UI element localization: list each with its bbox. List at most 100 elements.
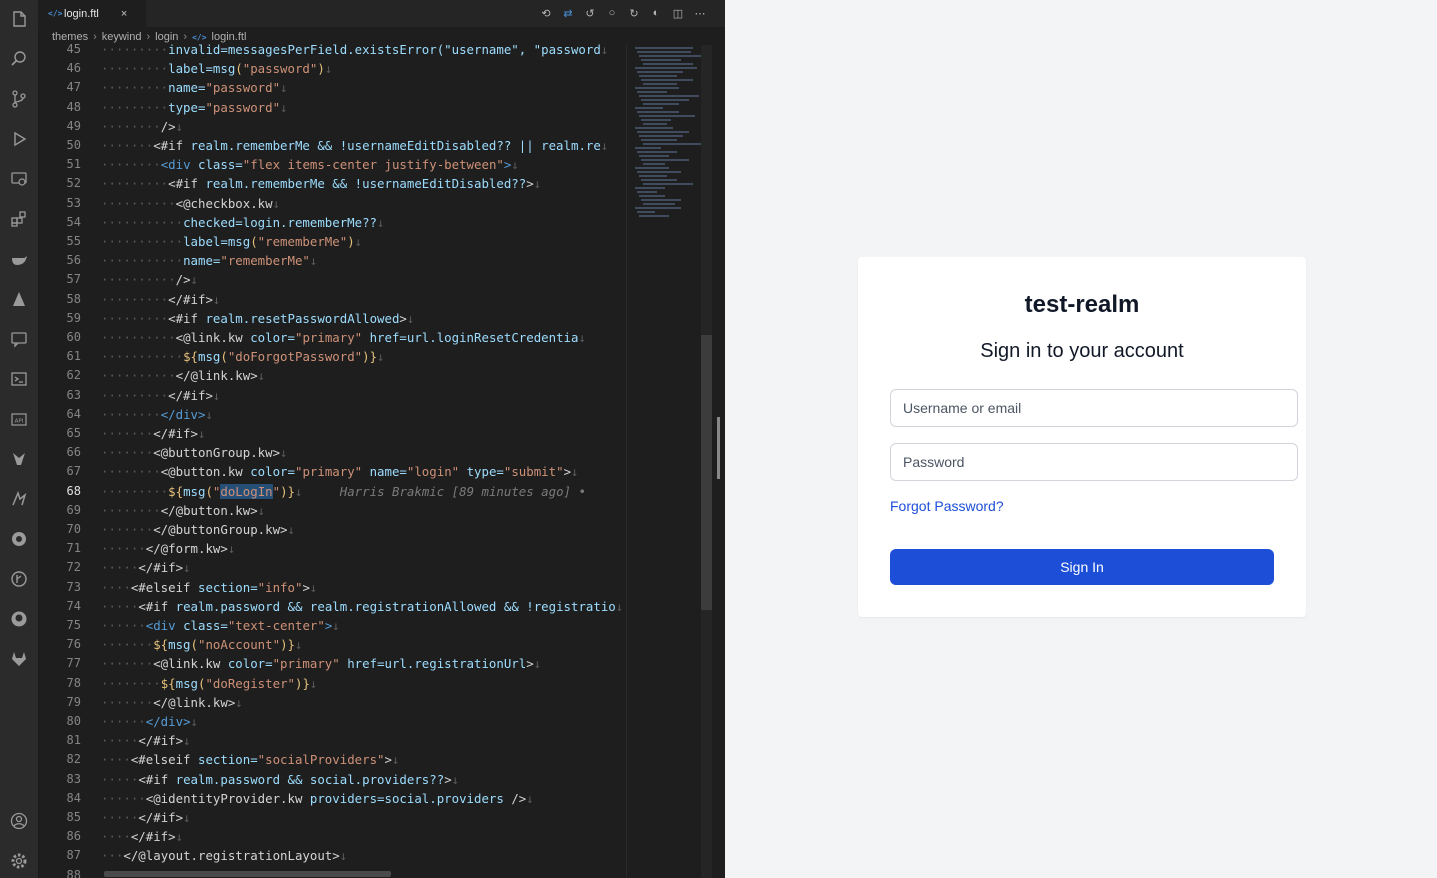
gitlens-icon[interactable]	[7, 567, 31, 591]
eol-marker: ↓	[287, 522, 295, 537]
line-number: 85	[66, 810, 81, 824]
forward-icon[interactable]: ↻	[625, 5, 643, 21]
kubernetes-icon[interactable]	[7, 527, 31, 551]
revert-icon[interactable]: ↺	[581, 5, 599, 21]
tab-login-ftl[interactable]: </> login.ftl ×	[38, 0, 146, 27]
github-icon[interactable]	[7, 607, 31, 631]
run-debug-icon[interactable]	[7, 127, 31, 151]
code-token: "password"	[242, 61, 318, 77]
code-token: ${	[183, 349, 198, 365]
password-field[interactable]	[890, 443, 1298, 481]
line-number: 81	[66, 733, 81, 748]
code-token: name=	[168, 80, 206, 96]
minimap-line	[635, 207, 681, 209]
indent-guide: ·········	[101, 291, 169, 307]
eol-marker: ↓	[197, 426, 206, 441]
indent-guide: ·······	[101, 445, 154, 461]
code-token: providers=social.providers	[309, 790, 504, 806]
line-number: 72	[66, 560, 81, 575]
code-token: </@layout.registrationLayout>	[123, 848, 340, 864]
code-token: ${	[168, 483, 184, 499]
api-icon[interactable]: API	[7, 407, 31, 431]
minimap-line	[643, 63, 693, 65]
kubernetes-tools-icon[interactable]	[7, 487, 31, 511]
minimap-line	[641, 79, 693, 81]
timeline-icon[interactable]: ⟲	[537, 5, 555, 21]
eol-marker: ↓	[391, 752, 400, 768]
gitlab-icon[interactable]	[7, 647, 31, 671]
sign-in-button[interactable]: Sign In	[890, 549, 1274, 585]
line-number: 75	[66, 618, 81, 632]
code-token: )	[347, 234, 355, 249]
line-number: 57	[66, 272, 81, 287]
docker-icon[interactable]	[7, 247, 31, 271]
indent-guide: ·········	[101, 61, 169, 77]
code-token: ${	[153, 637, 169, 653]
minimap-line	[641, 199, 681, 201]
line-number: 84	[66, 790, 81, 805]
page-title: Sign in to your account	[980, 340, 1184, 362]
comments-icon[interactable]	[7, 327, 31, 351]
terminal-icon[interactable]	[7, 367, 31, 391]
eol-marker: ↓	[324, 61, 333, 77]
eol-marker: ↓	[280, 99, 288, 115]
close-tab-icon[interactable]: ×	[121, 8, 127, 20]
line-text: ····</#if>↓	[101, 827, 183, 846]
line-text: ·······</@link.kw>↓	[101, 693, 243, 712]
line-number: 48	[66, 99, 81, 114]
code-token: )}	[295, 675, 310, 691]
search-icon[interactable]	[7, 47, 31, 71]
code-token: </#if>	[130, 829, 176, 845]
eol-marker: ↓	[257, 368, 266, 384]
azure-icon[interactable]	[7, 287, 31, 311]
username-field[interactable]	[890, 389, 1298, 427]
line-number: 54	[66, 214, 81, 229]
source-control-icon[interactable]	[7, 87, 31, 111]
line-text: ·····<#if realm.password && social.provi…	[101, 770, 459, 789]
scrollbar-thumb[interactable]	[701, 335, 712, 610]
indent-guide: ·······	[101, 637, 154, 653]
minimap-line	[637, 211, 655, 213]
circle-icon[interactable]: ○	[603, 5, 621, 21]
line-text: ······<@identityProvider.kw providers=so…	[101, 789, 534, 808]
line-text: ·······</#if>↓	[101, 424, 205, 443]
more-actions-icon[interactable]: ⋯	[691, 5, 709, 21]
code-token: class=	[198, 157, 243, 173]
line-number: 52	[66, 176, 81, 191]
code-token: >	[302, 579, 310, 595]
minimap-line	[637, 71, 683, 73]
line-text: ···</@layout.registrationLayout>↓	[101, 846, 347, 865]
minimap[interactable]	[626, 45, 701, 878]
code-token: color=	[227, 656, 273, 672]
compare-icon[interactable]: ⇄	[559, 5, 577, 21]
minimap-line	[639, 55, 701, 57]
code-token: "primary"	[294, 330, 363, 345]
thunder-client-icon[interactable]	[7, 447, 31, 471]
code-token: >	[526, 176, 534, 192]
horizontal-scrollbar[interactable]	[104, 871, 391, 877]
code-token: )}	[280, 483, 295, 499]
remote-explorer-icon[interactable]	[7, 167, 31, 191]
eol-marker: ↓	[309, 253, 318, 269]
code-token: msg	[183, 483, 206, 499]
settings-gear-icon[interactable]	[7, 849, 31, 873]
vertical-scrollbar[interactable]	[701, 45, 712, 878]
explorer-icon[interactable]	[7, 7, 31, 31]
code-token: (	[250, 234, 258, 249]
split-editor-icon[interactable]: ◫	[669, 5, 687, 21]
line-text: ········/>↓	[101, 117, 183, 136]
extensions-icon[interactable]	[7, 207, 31, 231]
eol-marker: ↓	[533, 176, 542, 192]
code-token: href=url.loginResetCredentia	[362, 330, 579, 345]
code-area[interactable]: 45 ·········invalid=messagesPerField.exis…	[38, 37, 626, 878]
line-text: ··········<@checkbox.kw↓	[101, 194, 280, 213]
indent-guide: ·····	[101, 598, 139, 614]
code-token: (	[190, 637, 198, 653]
eol-marker: ↓	[339, 848, 348, 864]
eol-marker: ↓	[377, 214, 385, 230]
gitlens-toggle-icon[interactable]: ◐	[647, 5, 665, 21]
account-icon[interactable]	[7, 809, 31, 833]
line-number: 64	[66, 406, 81, 421]
forgot-password-link[interactable]: Forgot Password?	[890, 498, 1004, 514]
line-text: ·······${msg("noAccount")}↓	[101, 635, 302, 654]
